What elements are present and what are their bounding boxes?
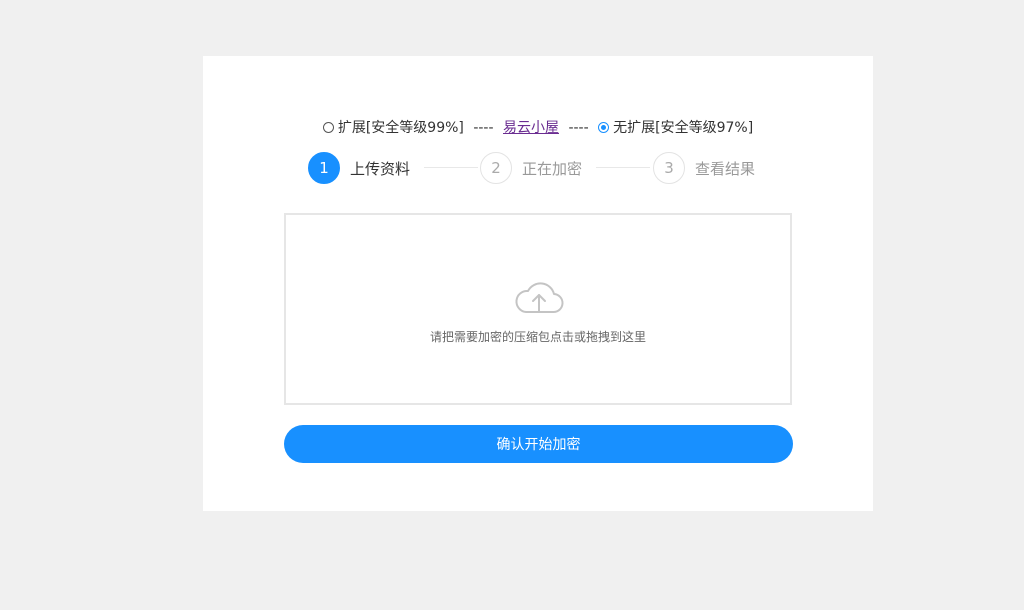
option-no-extension-label[interactable]: 无扩展[安全等级97%] <box>613 120 753 136</box>
radio-no-extension[interactable] <box>598 122 610 133</box>
option-extended-label[interactable]: 扩展[安全等级99%] <box>338 120 464 136</box>
step-encrypting: 2 正在加密 <box>480 151 582 185</box>
step-connector <box>596 167 650 168</box>
encrypt-card: 扩展[安全等级99%] ---- 易云小屋 ---- 无扩展[安全等级97%] … <box>203 56 873 511</box>
step-number: 1 <box>308 152 340 184</box>
upload-dropzone[interactable]: 请把需要加密的压缩包点击或拖拽到这里 <box>284 213 792 405</box>
separator-left: ---- <box>473 120 494 136</box>
step-label: 查看结果 <box>695 159 756 178</box>
site-link[interactable]: 易云小屋 <box>503 120 559 136</box>
step-result: 3 查看结果 <box>653 151 755 185</box>
cloud-upload-icon <box>515 282 564 314</box>
step-label: 正在加密 <box>522 159 583 178</box>
progress-steps: 1 上传资料 2 正在加密 3 查看结果 <box>308 151 768 185</box>
radio-extended[interactable] <box>322 122 334 133</box>
step-number: 3 <box>653 152 685 184</box>
step-upload: 1 上传资料 <box>308 151 410 185</box>
confirm-encrypt-button[interactable]: 确认开始加密 <box>284 425 793 463</box>
upload-hint: 请把需要加密的压缩包点击或拖拽到这里 <box>429 330 646 344</box>
step-connector <box>424 167 478 168</box>
separator-right: ---- <box>568 120 589 136</box>
step-label: 上传资料 <box>350 159 411 178</box>
mode-selector: 扩展[安全等级99%] ---- 易云小屋 ---- 无扩展[安全等级97%] <box>203 119 873 137</box>
step-number: 2 <box>480 152 512 184</box>
